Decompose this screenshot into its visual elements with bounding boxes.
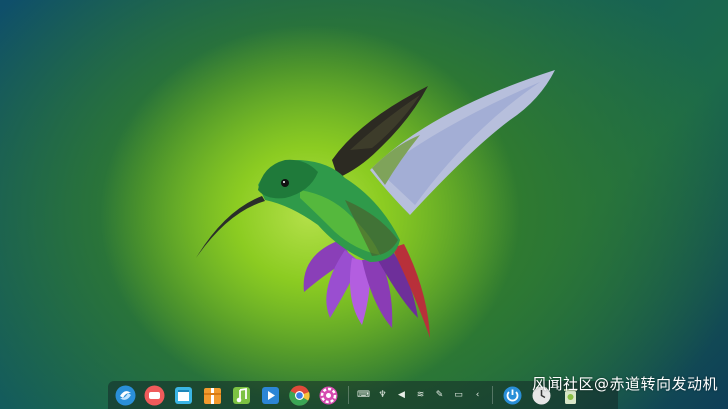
pen-icon[interactable]: ✎ bbox=[433, 389, 446, 402]
hummingbird-beak bbox=[196, 196, 265, 258]
launcher-icon[interactable] bbox=[114, 384, 137, 407]
hummingbird-eye bbox=[281, 179, 289, 187]
notification-icon[interactable]: ‹ bbox=[471, 389, 484, 402]
music-player-icon[interactable] bbox=[230, 384, 253, 407]
battery-icon[interactable]: ▭ bbox=[452, 389, 465, 402]
screen-recorder-icon[interactable] bbox=[143, 384, 166, 407]
usb-icon[interactable]: ♆ bbox=[376, 389, 389, 402]
app-store-icon[interactable] bbox=[172, 384, 195, 407]
archive-manager-icon[interactable] bbox=[201, 384, 224, 407]
hummingbird-wallpaper bbox=[196, 70, 555, 338]
wifi-icon[interactable]: ≋ bbox=[414, 389, 427, 402]
power-icon[interactable] bbox=[501, 384, 524, 407]
keyboard-icon[interactable]: ⌨ bbox=[357, 389, 370, 402]
video-player-icon[interactable] bbox=[259, 384, 282, 407]
watermark-text: 风闻社区@赤道转向发动机 bbox=[531, 375, 718, 393]
dock-separator bbox=[492, 386, 493, 404]
dock-separator bbox=[348, 386, 349, 404]
chrome-browser-icon[interactable] bbox=[288, 384, 311, 407]
volume-icon[interactable]: ◀ bbox=[395, 389, 408, 402]
settings-icon[interactable] bbox=[317, 384, 340, 407]
